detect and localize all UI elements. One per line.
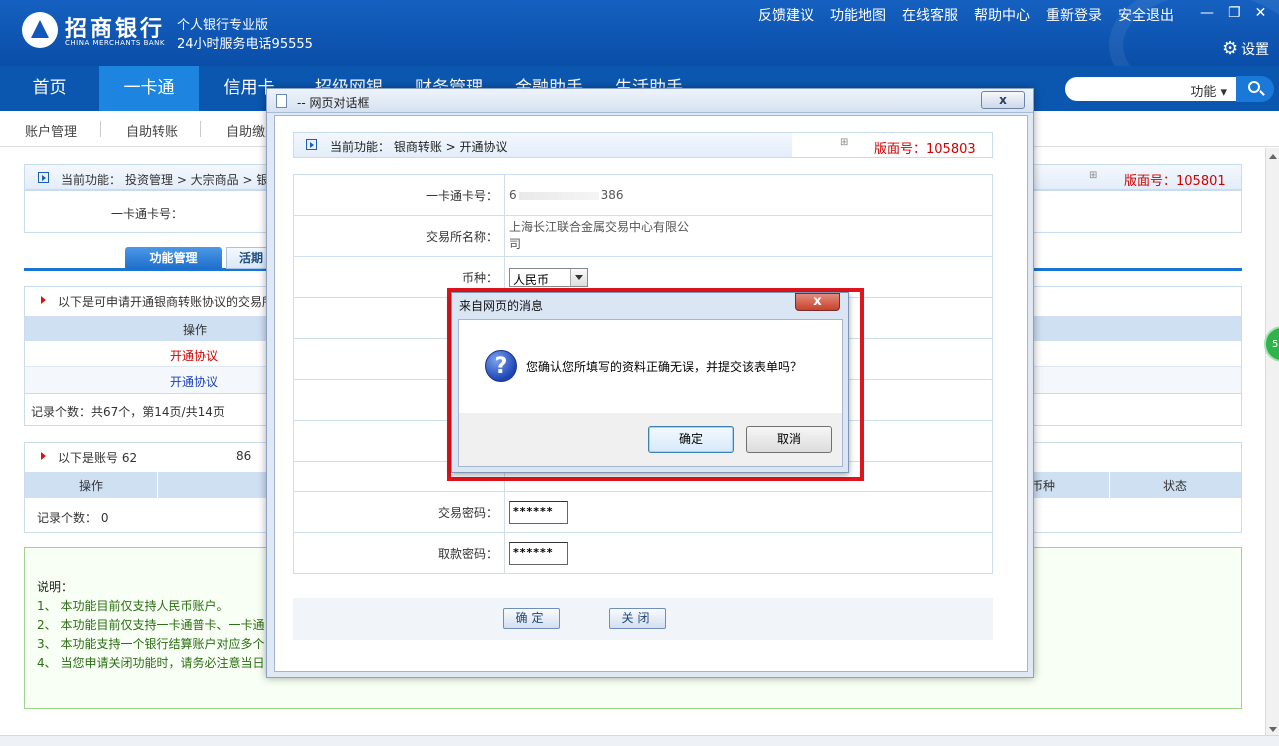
function-map-link[interactable]: 功能地图 xyxy=(830,5,886,25)
open-agreement-link[interactable]: 开通协议 xyxy=(170,347,218,364)
expand-icon[interactable]: ⊞ xyxy=(840,137,848,148)
online-service-link[interactable]: 在线客服 xyxy=(902,5,958,25)
notes-title: 说明： xyxy=(37,580,74,594)
func-label-group: 当前功能： 银商转账 > 开通协议 xyxy=(330,138,508,155)
tab-home[interactable]: 首页 xyxy=(0,66,99,111)
note-item: 4、 当您申请关闭功能时，请务必注意当日 xyxy=(37,656,265,670)
card-number-label: 一卡通卡号： xyxy=(293,174,505,216)
note-item: 3、 本功能支持一个银行结算账户对应多个 xyxy=(37,637,265,651)
edition-label: 个人银行专业版 xyxy=(177,18,269,33)
column-header: 状态 xyxy=(1163,479,1188,493)
search-scope-dropdown[interactable]: 功能 ▾ xyxy=(1190,81,1227,100)
scroll-down-icon[interactable] xyxy=(1269,727,1277,732)
withdraw-password-input[interactable]: ****** xyxy=(509,541,568,565)
feedback-link[interactable]: 反馈建议 xyxy=(758,5,814,25)
bank-logo-icon xyxy=(22,12,58,48)
note-item: 2、 本功能目前仅支持一卡通普卡、一卡通 xyxy=(37,618,265,632)
message-content: ? 您确认您所填写的资料正确无误，并提交该表单吗？ xyxy=(459,320,842,413)
section-title: 以下是账号 62 xyxy=(58,451,138,465)
ok-button[interactable]: 确定 xyxy=(648,426,734,453)
app-header: 招商银行 CHINA MERCHANTS BANK 个人银行专业版 24小时服务… xyxy=(0,0,1279,66)
settings-label: 设置 xyxy=(1241,41,1270,58)
confirm-message-box: 来自网页的消息 x ? 您确认您所填写的资料正确无误，并提交该表单吗？ 确定 取… xyxy=(451,292,849,473)
divider xyxy=(100,121,101,137)
notes-list: 说明： 1、 本功能目前仅支持人民币账户。 2、 本功能目前仅支持一卡通普卡、一… xyxy=(37,578,264,673)
bullet-icon xyxy=(38,172,49,183)
trade-password-cell: ****** xyxy=(504,491,993,533)
document-icon xyxy=(276,94,287,108)
bullet-icon xyxy=(306,139,317,150)
column-header: 操作 xyxy=(79,479,104,493)
func-path: 银商转账 > 开通协议 xyxy=(393,140,508,154)
tab-card[interactable]: 一卡通 xyxy=(99,66,199,111)
card-number-value: 6 386 xyxy=(504,174,993,216)
relogin-link[interactable]: 重新登录 xyxy=(1046,5,1102,25)
divider xyxy=(1109,472,1110,498)
dialog-button-row: 确定 关闭 xyxy=(293,598,993,640)
scroll-up-icon[interactable] xyxy=(1269,154,1277,159)
dialog-close-button[interactable]: x xyxy=(981,91,1025,109)
subnav-transfer[interactable]: 自助转账 xyxy=(126,121,178,140)
dialog-title: -- 网页对话框 xyxy=(297,96,370,110)
note-item: 1、 本功能目前仅支持人民币账户。 xyxy=(37,599,229,613)
search-input[interactable]: 功能 ▾ xyxy=(1065,77,1237,101)
section-title: 以下是可申请开通银商转账协议的交易所 xyxy=(58,295,275,309)
top-links: 反馈建议 功能地图 在线客服 帮助中心 重新登录 安全退出 xyxy=(758,5,1190,25)
logout-link[interactable]: 安全退出 xyxy=(1118,5,1174,25)
withdraw-password-cell: ****** xyxy=(504,532,993,574)
form-row: 取款密码： ****** xyxy=(293,532,993,574)
close-button[interactable]: 关闭 xyxy=(609,608,666,629)
status-bar xyxy=(0,735,1279,746)
divider xyxy=(200,121,201,137)
trade-password-input[interactable]: ****** xyxy=(509,500,568,524)
tab-function-manage[interactable]: 功能管理 xyxy=(125,247,222,269)
currency-select[interactable]: 人民币 xyxy=(509,267,588,287)
settings-button[interactable]: ⚙ 设置 xyxy=(1222,38,1269,59)
form-row: 交易所名称： 上海长江联合金属交易中心有限公司 xyxy=(293,215,993,257)
exchange-name-label: 交易所名称： xyxy=(293,215,505,257)
arrow-icon xyxy=(41,452,46,460)
version-number: 版面号：105801 xyxy=(1124,174,1226,189)
column-header: 操作 xyxy=(183,323,208,337)
column-header: 币种 xyxy=(1031,479,1056,493)
arrow-icon xyxy=(41,296,46,304)
func-label: 当前功能： xyxy=(330,140,391,154)
withdraw-password-label: 取款密码： xyxy=(293,532,505,574)
dialog-titlebar[interactable]: -- 网页对话框 x xyxy=(267,89,1033,113)
cancel-button[interactable]: 取消 xyxy=(746,426,832,453)
bank-english-name: CHINA MERCHANTS BANK xyxy=(65,39,165,47)
message-text: 您确认您所填写的资料正确无误，并提交该表单吗？ xyxy=(526,360,803,374)
search-button[interactable] xyxy=(1236,76,1274,102)
help-center-link[interactable]: 帮助中心 xyxy=(974,5,1030,25)
version-number: 版面号：105803 xyxy=(874,142,976,157)
record-count: 记录个数： 0 xyxy=(37,511,109,525)
section-title-tail: 86 xyxy=(236,449,252,463)
chevron-down-icon xyxy=(570,268,587,286)
form-row: 交易密码： ****** xyxy=(293,491,993,533)
window-controls: — ❐ ✕ xyxy=(1200,5,1266,21)
func-path: 投资管理 > 大宗商品 > 银 xyxy=(125,173,269,187)
restore-icon[interactable]: ❐ xyxy=(1228,5,1241,21)
subnav-account[interactable]: 账户管理 xyxy=(25,121,77,140)
page-scrollbar[interactable] xyxy=(1265,148,1279,738)
trade-password-label: 交易密码： xyxy=(293,491,505,533)
question-icon: ? xyxy=(485,350,517,382)
card-number-label: 一卡通卡号： xyxy=(111,207,184,221)
message-box-title: 来自网页的消息 xyxy=(459,299,544,313)
message-close-button[interactable]: x xyxy=(795,293,840,311)
hotline-label: 24小时服务电话95555 xyxy=(177,37,313,52)
divider xyxy=(157,472,158,498)
expand-icon[interactable]: ⊞ xyxy=(1089,170,1097,181)
close-icon[interactable]: ✕ xyxy=(1255,5,1267,21)
message-body: ? 您确认您所填写的资料正确无误，并提交该表单吗？ 确定 取消 xyxy=(458,319,843,467)
form-row: 一卡通卡号： 6 386 xyxy=(293,174,993,216)
minimize-icon[interactable]: — xyxy=(1200,5,1214,21)
confirm-button[interactable]: 确定 xyxy=(503,608,560,629)
func-label: 当前功能： xyxy=(61,173,122,187)
record-count: 记录个数：共67个，第14页/共14页 xyxy=(31,405,225,419)
open-agreement-link[interactable]: 开通协议 xyxy=(170,373,218,390)
gear-icon: ⚙ xyxy=(1222,38,1239,59)
exchange-name-value: 上海长江联合金属交易中心有限公司 xyxy=(504,215,993,257)
dialog-function-bar: 当前功能： 银商转账 > 开通协议 ⊞ 版面号：105803 xyxy=(293,132,993,158)
